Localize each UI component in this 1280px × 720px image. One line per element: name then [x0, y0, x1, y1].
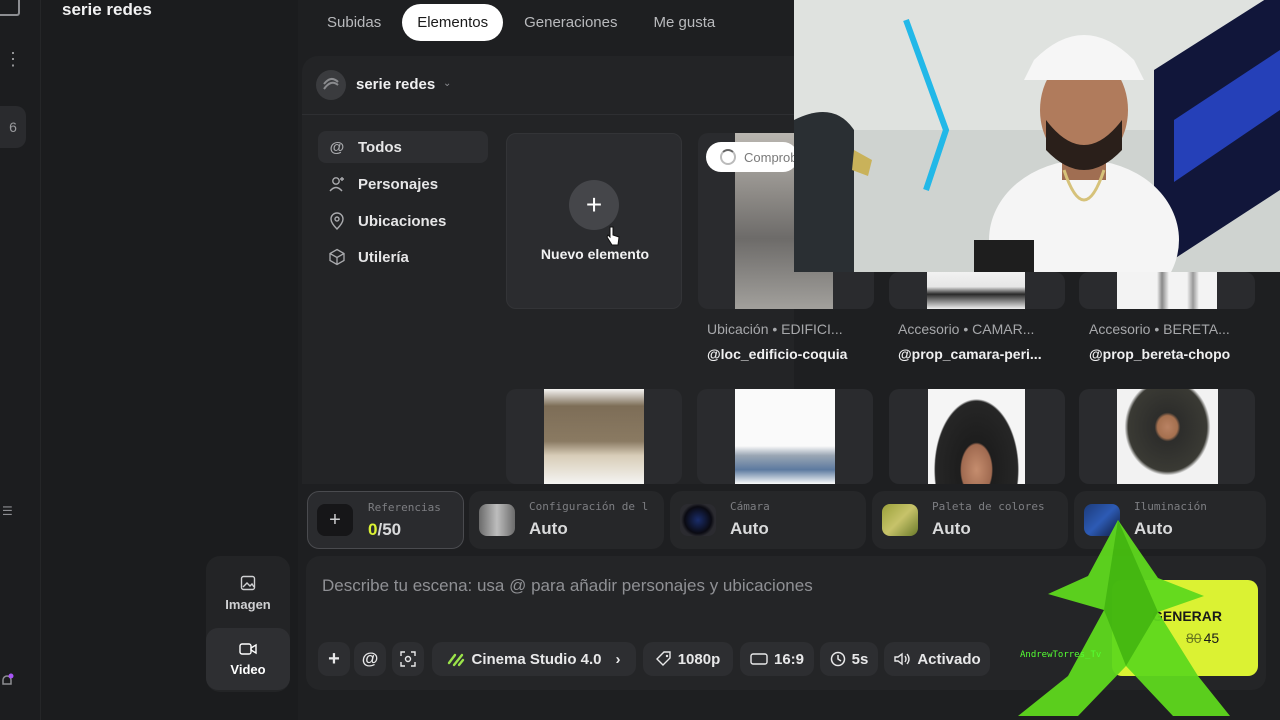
category-ubicaciones[interactable]: Ubicaciones: [318, 205, 488, 237]
film-icon: [479, 504, 515, 536]
checking-status-pill: Comprob: [706, 142, 798, 172]
project-selector[interactable]: serie redes: [356, 76, 435, 93]
location-pin-icon: [328, 212, 346, 230]
new-element-card[interactable]: + Nuevo elemento: [506, 133, 682, 309]
spinner-icon: [720, 149, 736, 165]
prompt-input[interactable]: Describe tu escena: usa @ para añadir pe…: [322, 576, 813, 596]
resolution-selector[interactable]: 1080p: [643, 642, 733, 676]
model-logo-icon: [448, 653, 465, 667]
element-thumbnail: [1117, 389, 1218, 484]
watermark-text: AndrewTorres_Tv: [1020, 650, 1102, 660]
element-thumbnail: [544, 389, 644, 484]
speaker-icon: [894, 652, 911, 666]
mode-switcher: Imagen Video: [206, 556, 290, 692]
clock-icon: [830, 651, 845, 667]
element-tag: @loc_edificio-coquia: [707, 346, 848, 362]
plus-icon: +: [569, 180, 619, 230]
category-todos[interactable]: @ Todos: [318, 131, 488, 163]
tab-elementos[interactable]: Elementos: [402, 3, 504, 41]
category-personajes[interactable]: Personajes: [318, 168, 488, 200]
tab-generaciones[interactable]: Generaciones: [509, 4, 632, 41]
camera-lens-icon: [680, 504, 716, 536]
chevron-down-icon[interactable]: ⌄: [443, 78, 451, 89]
plus-icon: +: [328, 647, 340, 670]
rail-badge[interactable]: 6: [0, 106, 26, 148]
chevron-right-icon: ›: [615, 650, 621, 668]
tab-bar: Subidas Elementos Generaciones Me gusta: [312, 2, 730, 42]
image-icon: [240, 575, 256, 590]
cube-icon: [328, 248, 346, 266]
person-add-icon: [328, 175, 346, 193]
channel-logo-overlay: [1018, 520, 1230, 716]
mode-image-button[interactable]: Imagen: [206, 562, 290, 624]
element-type: Ubicación • EDIFICI...: [707, 321, 843, 337]
element-thumbnail: [928, 389, 1025, 484]
notification-icon[interactable]: [0, 672, 14, 690]
new-element-label: Nuevo elemento: [540, 246, 650, 262]
camera-setting[interactable]: Cámara Auto: [670, 491, 866, 549]
project-title: serie redes: [62, 0, 152, 19]
hand-cursor-icon: [606, 226, 620, 246]
references-setting[interactable]: + Referencias 0/50: [307, 491, 464, 549]
element-thumbnail: [735, 389, 835, 484]
element-tag: @prop_camara-peri...: [898, 346, 1042, 362]
palette-icon: [882, 504, 918, 536]
element-thumbnail: [1117, 272, 1217, 309]
element-tag: @prop_bereta-chopo: [1089, 346, 1231, 362]
audio-toggle[interactable]: Activado: [884, 642, 990, 676]
webcam-overlay: [794, 0, 1280, 272]
duration-selector[interactable]: 5s: [820, 642, 878, 676]
at-icon: @: [329, 138, 345, 156]
project-logo: [316, 70, 346, 100]
element-thumbnail: [927, 272, 1025, 309]
model-selector[interactable]: Cinema Studio 4.0 ›: [432, 642, 636, 676]
add-button[interactable]: +: [318, 642, 350, 676]
tag-icon: [655, 651, 671, 666]
category-utileria[interactable]: Utilería: [318, 241, 488, 273]
more-icon[interactable]: ⋮: [4, 50, 22, 68]
plus-icon: +: [317, 504, 353, 536]
at-icon: @: [361, 649, 379, 668]
aspect-ratio-icon: [750, 653, 768, 665]
tab-subidas[interactable]: Subidas: [312, 4, 396, 41]
aspect-selector[interactable]: 16:9: [740, 642, 814, 676]
mode-video-button[interactable]: Video: [206, 628, 290, 690]
references-total: /50: [377, 520, 402, 539]
list-icon[interactable]: ☰: [2, 504, 13, 518]
element-type: Accesorio • BERETA...: [1089, 321, 1230, 337]
tab-me-gusta[interactable]: Me gusta: [639, 4, 731, 41]
scan-icon: [400, 651, 416, 667]
panel-toggle-icon[interactable]: [0, 0, 20, 16]
config-setting[interactable]: Configuración de l Auto: [469, 491, 664, 549]
scan-button[interactable]: [392, 642, 424, 676]
element-type: Accesorio • CAMAR...: [898, 321, 1035, 337]
mention-button[interactable]: @: [354, 642, 386, 676]
video-icon: [239, 642, 257, 655]
